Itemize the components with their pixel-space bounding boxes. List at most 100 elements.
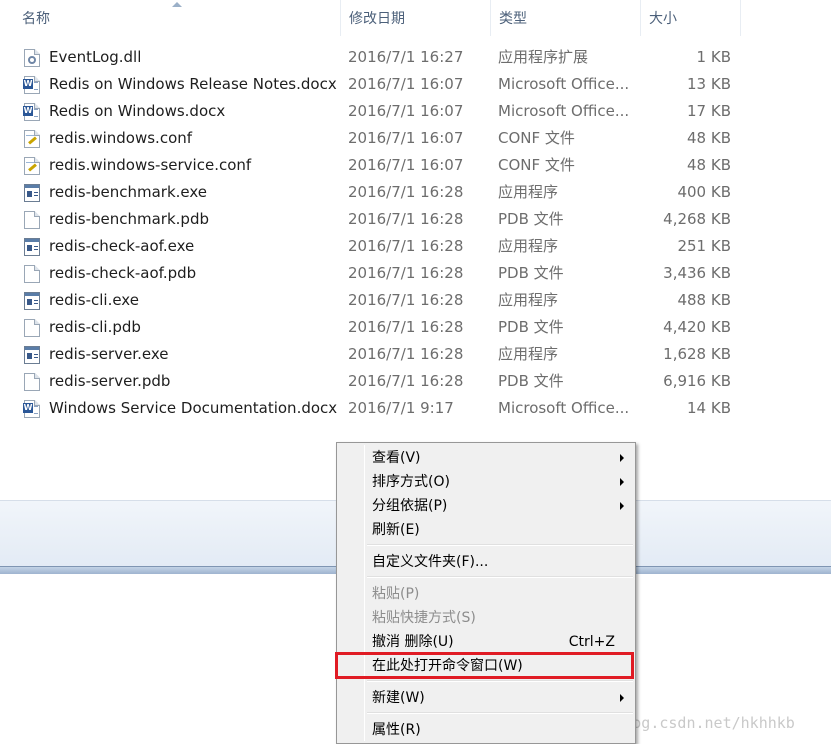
file-row[interactable]: redis-check-aof.pdb 2016/7/1 16:28 PDB 文件 3… (0, 260, 760, 287)
menu-item-label: 粘贴(P) (372, 586, 420, 602)
exe-file-icon (24, 292, 40, 310)
submenu-arrow-icon (620, 502, 624, 510)
menu-item-label: 刷新(E) (372, 522, 420, 538)
exe-file-icon (24, 184, 40, 202)
file-type: Microsoft Office... (498, 102, 630, 120)
file-modified-date: 2016/7/1 16:28 (348, 210, 464, 228)
blank-file-icon (24, 373, 40, 391)
dll-file-icon (24, 49, 40, 67)
file-type: 应用程序 (498, 345, 559, 363)
file-size: 251 KB (677, 237, 731, 255)
file-size: 1,628 KB (663, 345, 731, 363)
menu-item-label: 新建(W) (372, 690, 425, 706)
file-modified-date: 2016/7/1 16:28 (348, 183, 464, 201)
word-document-icon: W (23, 76, 40, 94)
file-type: PDB 文件 (498, 318, 564, 336)
menu-item-label: 属性(R) (372, 722, 421, 738)
file-size: 4,268 KB (663, 210, 731, 228)
file-type: Microsoft Office... (498, 399, 630, 417)
file-size: 4,420 KB (663, 318, 731, 336)
file-row[interactable]: redis-server.pdb 2016/7/1 16:28 PDB 文件 6,91… (0, 368, 760, 395)
file-row[interactable]: redis-benchmark.pdb 2016/7/1 16:28 PDB 文件 4… (0, 206, 760, 233)
file-name: redis-server.pdb (49, 372, 171, 390)
file-name: redis.windows-service.conf (49, 156, 252, 174)
menu-item-sort-by[interactable]: 排序方式(O) (339, 469, 633, 493)
file-type: PDB 文件 (498, 372, 564, 390)
file-size: 488 KB (677, 291, 731, 309)
file-type: 应用程序扩展 (498, 48, 589, 66)
menu-item-undo-delete[interactable]: 撤消 删除(U) Ctrl+Z (339, 629, 633, 653)
file-name: redis.windows.conf (49, 129, 193, 147)
file-type: 应用程序 (498, 183, 559, 201)
file-name: redis-check-aof.exe (49, 237, 195, 255)
config-file-icon (24, 130, 40, 148)
file-row[interactable]: W Redis on Windows.docx 2016/7/1 16:07 Micr… (0, 98, 760, 125)
file-row[interactable]: W Redis on Windows Release Notes.docx 2016… (0, 71, 760, 98)
file-size: 17 KB (687, 102, 731, 120)
file-name: redis-check-aof.pdb (49, 264, 197, 282)
menu-item-label: 分组依据(P) (372, 498, 448, 514)
file-type: Microsoft Office... (498, 75, 630, 93)
menu-item-paste: 粘贴(P) (339, 581, 633, 605)
blank-file-icon (24, 265, 40, 283)
file-modified-date: 2016/7/1 16:07 (348, 129, 464, 147)
file-name: EventLog.dll (49, 48, 142, 66)
menu-item-customize-folder[interactable]: 自定义文件夹(F)... (339, 549, 633, 573)
menu-item-label: 自定义文件夹(F)... (372, 554, 489, 570)
file-name: Redis on Windows Release Notes.docx (49, 75, 337, 93)
file-size: 400 KB (677, 183, 731, 201)
file-row[interactable]: W Windows Service Documentation.docx 2016/… (0, 395, 760, 422)
menu-separator (367, 680, 633, 682)
blank-file-icon (24, 319, 40, 337)
file-row[interactable]: redis-cli.exe 2016/7/1 16:28 应用程序 488 KB (0, 287, 760, 314)
menu-item-label: 排序方式(O) (372, 474, 450, 490)
file-name: redis-cli.pdb (49, 318, 141, 336)
file-type: PDB 文件 (498, 264, 564, 282)
file-row[interactable]: redis-cli.pdb 2016/7/1 16:28 PDB 文件 4,420 K… (0, 314, 760, 341)
file-name: redis-cli.exe (49, 291, 139, 309)
sort-ascending-icon (172, 2, 182, 7)
submenu-arrow-icon (620, 694, 624, 702)
menu-separator (367, 576, 633, 578)
file-row[interactable]: redis-check-aof.exe 2016/7/1 16:28 应用程序 251… (0, 233, 760, 260)
file-modified-date: 2016/7/1 16:28 (348, 345, 464, 363)
menu-item-paste-shortcut: 粘贴快捷方式(S) (339, 605, 633, 629)
file-type: CONF 文件 (498, 129, 575, 147)
file-size: 14 KB (687, 399, 731, 417)
file-modified-date: 2016/7/1 16:07 (348, 75, 464, 93)
submenu-arrow-icon (620, 478, 624, 486)
menu-item-label: 查看(V) (372, 450, 421, 466)
file-modified-date: 2016/7/1 16:28 (348, 237, 464, 255)
column-header-modified[interactable]: 修改日期 (341, 0, 491, 36)
menu-separator (367, 712, 633, 714)
file-row[interactable]: redis-server.exe 2016/7/1 16:28 应用程序 1,628 … (0, 341, 760, 368)
menu-item-new[interactable]: 新建(W) (339, 685, 633, 709)
menu-item-label: 粘贴快捷方式(S) (372, 610, 476, 626)
screen: 名称 修改日期 类型 大小 EventLog.dll 2016/7/1 16:27… (0, 0, 831, 744)
menu-item-refresh[interactable]: 刷新(E) (339, 517, 633, 541)
file-row[interactable]: redis-benchmark.exe 2016/7/1 16:28 应用程序 400… (0, 179, 760, 206)
file-list-view[interactable]: 名称 修改日期 类型 大小 EventLog.dll 2016/7/1 16:27… (0, 0, 831, 500)
menu-item-group-by[interactable]: 分组依据(P) (339, 493, 633, 517)
file-size: 48 KB (687, 129, 731, 147)
file-row[interactable]: redis.windows.conf 2016/7/1 16:07 CONF 文件 4… (0, 125, 760, 152)
file-type: PDB 文件 (498, 210, 564, 228)
file-modified-date: 2016/7/1 9:17 (348, 399, 454, 417)
file-name: Redis on Windows.docx (49, 102, 226, 120)
config-file-icon (24, 157, 40, 175)
column-header-type[interactable]: 类型 (491, 0, 641, 36)
file-size: 1 KB (696, 48, 731, 66)
file-modified-date: 2016/7/1 16:27 (348, 48, 464, 66)
file-size: 48 KB (687, 156, 731, 174)
file-modified-date: 2016/7/1 16:07 (348, 102, 464, 120)
file-modified-date: 2016/7/1 16:28 (348, 291, 464, 309)
blank-file-icon (24, 211, 40, 229)
file-size: 3,436 KB (663, 264, 731, 282)
column-header-bar: 名称 修改日期 类型 大小 (0, 0, 831, 36)
menu-item-properties[interactable]: 属性(R) (339, 717, 633, 741)
file-row[interactable]: EventLog.dll 2016/7/1 16:27 应用程序扩展 1 KB (0, 44, 760, 71)
column-header-size[interactable]: 大小 (641, 0, 741, 36)
highlight-box (335, 652, 634, 679)
menu-item-view[interactable]: 查看(V) (339, 445, 633, 469)
file-row[interactable]: redis.windows-service.conf 2016/7/1 16:07… (0, 152, 760, 179)
